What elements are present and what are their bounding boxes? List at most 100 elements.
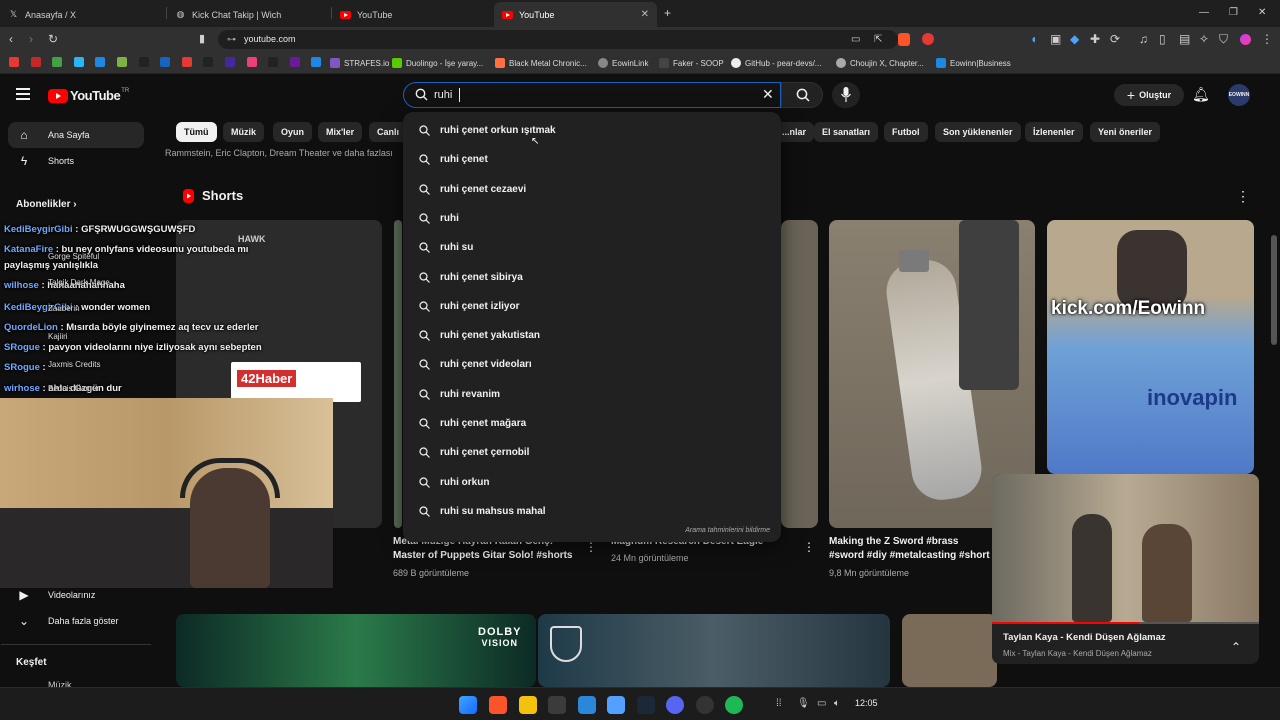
bookmark-favicon-icon[interactable]	[160, 57, 171, 67]
ai-icon[interactable]: ✧	[1199, 33, 1209, 45]
extension-icon[interactable]: ◆	[1070, 33, 1079, 45]
short-card[interactable]: kick.com/Eowinn inovapin	[1047, 220, 1254, 474]
more-options-icon[interactable]: ⋮	[803, 540, 815, 554]
chip-watched[interactable]: İzlenenler	[1025, 122, 1083, 142]
video-thumbnail[interactable]	[902, 614, 997, 687]
bookmark-github[interactable]: GitHub - pear-devs/...	[731, 56, 821, 70]
search-suggestion[interactable]: ruhi çenet sibirya	[403, 263, 781, 292]
volume-icon[interactable]: 🔈︎	[834, 698, 840, 709]
search-suggestion[interactable]: ruhi	[403, 204, 781, 233]
bookmark-favicon-icon[interactable]	[52, 57, 63, 67]
progress-track[interactable]	[992, 622, 1259, 624]
system-tray-icon[interactable]: ⁞⁞	[776, 698, 782, 709]
windows-start-icon[interactable]	[459, 696, 477, 714]
chip-all[interactable]: Tümü	[176, 122, 217, 142]
profile-icon[interactable]	[1240, 34, 1251, 45]
bookmark-business[interactable]: Eowinn|Business	[936, 56, 1011, 70]
site-info-icon[interactable]: ⊶	[227, 34, 236, 45]
menu-icon[interactable]: ⋮	[1261, 33, 1273, 45]
discord-icon[interactable]	[666, 696, 684, 714]
close-icon[interactable]: ✕	[641, 9, 649, 20]
restore-icon[interactable]: ❐	[1229, 7, 1238, 19]
bookmark-favicon-icon[interactable]	[311, 57, 322, 67]
obs-icon[interactable]	[696, 696, 714, 714]
search-input[interactable]: ruhi ✕	[403, 82, 781, 108]
clock[interactable]: 12:05	[855, 698, 878, 708]
bookmark-favicon-icon[interactable]	[30, 57, 41, 67]
bookmark-faker[interactable]: Faker - SOOP	[659, 56, 724, 70]
new-tab-icon[interactable]: +	[664, 7, 671, 19]
cast-icon[interactable]: ▭	[851, 34, 860, 46]
bookmark-icon[interactable]: ▮	[199, 33, 205, 45]
avatar[interactable]: EOWINN	[1228, 84, 1250, 106]
more-options-icon[interactable]: ⋮	[585, 540, 597, 554]
chip-new-to-you[interactable]: Yeni öneriler	[1090, 122, 1161, 142]
search-suggestion[interactable]: ruhi su	[403, 233, 781, 262]
app-icon[interactable]	[607, 696, 625, 714]
search-suggestion[interactable]: ruhi orkun	[403, 468, 781, 497]
report-predictions-link[interactable]: Arama tahminlerini bildirme	[685, 527, 770, 534]
chevron-up-icon[interactable]: ⌃	[1231, 640, 1241, 654]
bookmark-duolingo[interactable]: Duolingo - İşe yaray...	[392, 56, 483, 70]
search-suggestion[interactable]: ruhi çenet	[403, 145, 781, 174]
tab-kick-chat[interactable]: ◍ Kick Chat Takip | Wich	[167, 2, 330, 27]
search-suggestion[interactable]: ruhi çenet videoları	[403, 350, 781, 379]
sidebar-item-home[interactable]: ⌂ Ana Sayfa	[8, 122, 144, 148]
short-card[interactable]	[394, 220, 402, 528]
extension-icon[interactable]: ▣	[1050, 33, 1061, 45]
wallet-icon[interactable]: ▤	[1179, 33, 1190, 45]
steam-icon[interactable]	[637, 696, 655, 714]
bookmark-strafes[interactable]: STRAFES.io	[330, 56, 389, 70]
search-suggestion[interactable]: ruhi çenet yakutistan	[403, 321, 781, 350]
brave-icon[interactable]	[489, 696, 507, 714]
bookmark-favicon-icon[interactable]	[289, 57, 300, 67]
sidebar-icon[interactable]: ▯	[1159, 33, 1166, 45]
chip-football[interactable]: Futbol	[884, 122, 928, 142]
search-button[interactable]	[781, 82, 823, 108]
forward-icon[interactable]: ›	[29, 33, 33, 45]
photos-icon[interactable]	[578, 696, 596, 714]
brave-shields-icon[interactable]	[898, 33, 910, 46]
search-suggestion[interactable]: ruhi revanim	[403, 380, 781, 409]
chip-recently-uploaded[interactable]: Son yüklenenler	[935, 122, 1021, 142]
scrollbar-thumb[interactable]	[1271, 235, 1277, 345]
search-suggestion[interactable]: ruhi çenet mağara	[403, 409, 781, 438]
chip-music[interactable]: Müzik	[223, 122, 265, 142]
search-suggestion[interactable]: ruhi çenet orkun ışıtmak	[403, 116, 781, 145]
tab-youtube[interactable]: YouTube	[332, 2, 492, 27]
brave-rewards-icon[interactable]	[922, 33, 934, 45]
music-icon[interactable]: ♫	[1139, 33, 1148, 45]
bookmark-favicon-icon[interactable]	[181, 57, 192, 67]
bookmark-favicon-icon[interactable]	[95, 57, 106, 67]
sidebar-item-shorts[interactable]: ϟ Shorts	[8, 148, 144, 174]
bookmark-blackmetal[interactable]: Black Metal Chronic...	[495, 56, 587, 70]
youtube-logo[interactable]: YouTube TR	[48, 88, 129, 103]
hamburger-menu-icon[interactable]	[16, 88, 30, 100]
chip-gaming[interactable]: Oyun	[273, 122, 313, 142]
bookmark-favicon-icon[interactable]	[246, 57, 257, 67]
create-button[interactable]: + Oluştur	[1114, 84, 1184, 106]
tab-youtube-active[interactable]: YouTube ✕	[494, 2, 657, 27]
url-field[interactable]: ⊶ youtube.com	[218, 30, 898, 49]
window-close-icon[interactable]: ✕	[1258, 7, 1266, 19]
sidebar-item-show-more[interactable]: ⌄ Daha fazla göster	[8, 608, 144, 634]
search-suggestion[interactable]: ruhi çenet izliyor	[403, 292, 781, 321]
bookmark-favicon-icon[interactable]	[268, 57, 279, 67]
spotify-icon[interactable]	[725, 696, 743, 714]
chip-mixes[interactable]: Mix'ler	[318, 122, 363, 142]
short-card[interactable]	[781, 220, 818, 528]
share-icon[interactable]: ⇱	[874, 34, 882, 46]
voice-search-button[interactable]	[832, 82, 860, 108]
short-title[interactable]: Making the Z Sword #brass #sword #diy #m…	[829, 535, 994, 563]
back-icon[interactable]: ‹	[9, 33, 13, 45]
search-suggestion[interactable]: ruhi su mahsus mahal	[403, 497, 781, 526]
translate-icon[interactable]: ◖	[1030, 33, 1037, 45]
subscriptions-header[interactable]: Abonelikler ›	[16, 199, 77, 210]
search-suggestion[interactable]: ruhi çenet çernobil	[403, 438, 781, 467]
vpn-icon[interactable]: ⛉	[1219, 33, 1228, 45]
video-thumbnail[interactable]: DOLBY VISION	[176, 614, 536, 687]
app-icon[interactable]	[548, 696, 566, 714]
file-explorer-icon[interactable]	[519, 696, 537, 714]
miniplayer-video[interactable]	[992, 474, 1259, 622]
bookmark-favicon-icon[interactable]	[9, 57, 19, 67]
